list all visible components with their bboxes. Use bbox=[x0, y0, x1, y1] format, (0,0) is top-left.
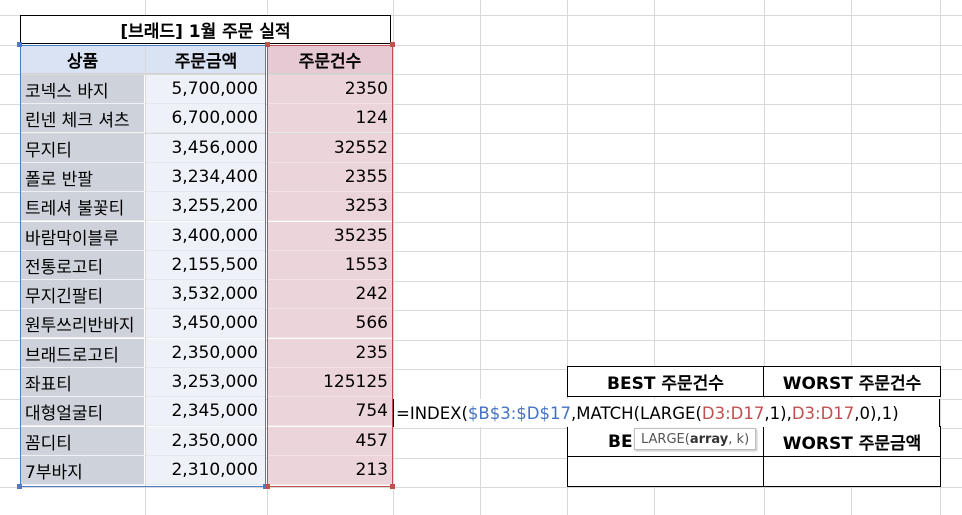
count-cell[interactable]: 2355 bbox=[268, 163, 392, 192]
formula-range-ref: D3:D17 bbox=[701, 403, 765, 423]
amount-cell[interactable]: 5,700,000 bbox=[146, 75, 266, 104]
tooltip-arg-array: array bbox=[689, 431, 729, 447]
header-count[interactable]: 주문건수 bbox=[268, 45, 392, 74]
worst-amount-header[interactable]: WORST 주문금액 bbox=[763, 426, 941, 457]
worst-amount-value-cell[interactable] bbox=[763, 456, 941, 487]
tooltip-arg-rest: , k) bbox=[728, 431, 750, 447]
amount-cell[interactable]: 2,350,000 bbox=[146, 427, 266, 456]
product-cell[interactable]: 전통로고티 bbox=[20, 251, 145, 280]
count-cell[interactable]: 457 bbox=[268, 427, 392, 456]
amount-cell[interactable]: 3,532,000 bbox=[146, 280, 266, 309]
count-cell[interactable]: 235 bbox=[268, 339, 392, 368]
product-cell[interactable]: 꼼디티 bbox=[20, 427, 145, 456]
tooltip-function: LARGE( bbox=[641, 431, 690, 447]
range-handle-icon[interactable] bbox=[265, 484, 270, 489]
count-cell[interactable]: 32552 bbox=[268, 134, 392, 163]
count-cell[interactable]: 35235 bbox=[268, 222, 392, 251]
amount-cell[interactable]: 2,155,500 bbox=[146, 251, 266, 280]
formula-part: =INDEX( bbox=[396, 403, 468, 423]
amount-cell[interactable]: 3,234,400 bbox=[146, 163, 266, 192]
product-cell[interactable]: 원투쓰리반바지 bbox=[20, 309, 145, 338]
function-tooltip[interactable]: LARGE(array, k) bbox=[634, 428, 757, 450]
count-cell[interactable]: 754 bbox=[268, 397, 392, 426]
amount-cell[interactable]: 3,253,000 bbox=[146, 368, 266, 397]
header-amount[interactable]: 주문금액 bbox=[146, 45, 266, 74]
worst-count-header[interactable]: WORST 주문건수 bbox=[763, 366, 941, 397]
count-cell[interactable]: 1553 bbox=[268, 251, 392, 280]
product-cell[interactable]: 트레셔 불꽃티 bbox=[20, 192, 145, 221]
count-cell[interactable]: 3253 bbox=[268, 192, 392, 221]
amount-cell[interactable]: 3,456,000 bbox=[146, 134, 266, 163]
best-count-header[interactable]: BEST 주문건수 bbox=[567, 366, 764, 397]
amount-cell[interactable]: 6,700,000 bbox=[146, 104, 266, 133]
product-cell[interactable]: 린넨 체크 셔츠 bbox=[20, 104, 145, 133]
count-cell[interactable]: 566 bbox=[268, 309, 392, 338]
formula-range-ref: D3:D17 bbox=[791, 403, 855, 423]
count-cell[interactable]: 124 bbox=[268, 104, 392, 133]
formula-part: ,0),1) bbox=[854, 403, 899, 423]
count-cell[interactable]: 213 bbox=[268, 456, 392, 485]
amount-cell[interactable]: 2,345,000 bbox=[146, 397, 266, 426]
range-handle-icon[interactable] bbox=[265, 42, 270, 47]
formula-range-ref: $B$3:$D$17 bbox=[467, 403, 571, 423]
product-cell[interactable]: 7부바지 bbox=[20, 456, 145, 485]
range-handle-icon[interactable] bbox=[17, 484, 22, 489]
product-cell[interactable]: 바람막이블루 bbox=[20, 222, 145, 251]
range-handle-icon[interactable] bbox=[390, 42, 395, 47]
formula-part: ,MATCH(LARGE( bbox=[570, 403, 702, 423]
gridline bbox=[0, 487, 962, 488]
amount-cell[interactable]: 3,450,000 bbox=[146, 309, 266, 338]
table-title[interactable]: [브래드] 1월 주문 실적 bbox=[20, 15, 391, 44]
formula-edit-cell[interactable]: =INDEX($B$3:$D$17 ,MATCH(LARGE(D3:D17,1),… bbox=[393, 399, 940, 427]
formula-part: ,1), bbox=[764, 403, 792, 423]
count-cell[interactable]: 2350 bbox=[268, 75, 392, 104]
product-cell[interactable]: 무지티 bbox=[20, 134, 145, 163]
gridline bbox=[480, 0, 481, 515]
product-cell[interactable]: 폴로 반팔 bbox=[20, 163, 145, 192]
amount-cell[interactable]: 2,350,000 bbox=[146, 339, 266, 368]
best-amount-value-cell[interactable] bbox=[567, 456, 764, 487]
amount-cell[interactable]: 2,310,000 bbox=[146, 456, 266, 485]
count-cell[interactable]: 242 bbox=[268, 280, 392, 309]
product-cell[interactable]: 브래드로고티 bbox=[20, 339, 145, 368]
product-cell[interactable]: 무지긴팔티 bbox=[20, 280, 145, 309]
product-cell[interactable]: 대형얼굴티 bbox=[20, 397, 145, 426]
product-cell[interactable]: 좌표티 bbox=[20, 368, 145, 397]
range-handle-icon[interactable] bbox=[17, 42, 22, 47]
gridline bbox=[393, 0, 394, 515]
header-product[interactable]: 상품 bbox=[20, 45, 145, 74]
amount-cell[interactable]: 3,255,200 bbox=[146, 192, 266, 221]
count-cell[interactable]: 125125 bbox=[268, 368, 392, 397]
product-cell[interactable]: 코넥스 바지 bbox=[20, 75, 145, 104]
range-handle-icon[interactable] bbox=[390, 484, 395, 489]
amount-cell[interactable]: 3,400,000 bbox=[146, 222, 266, 251]
